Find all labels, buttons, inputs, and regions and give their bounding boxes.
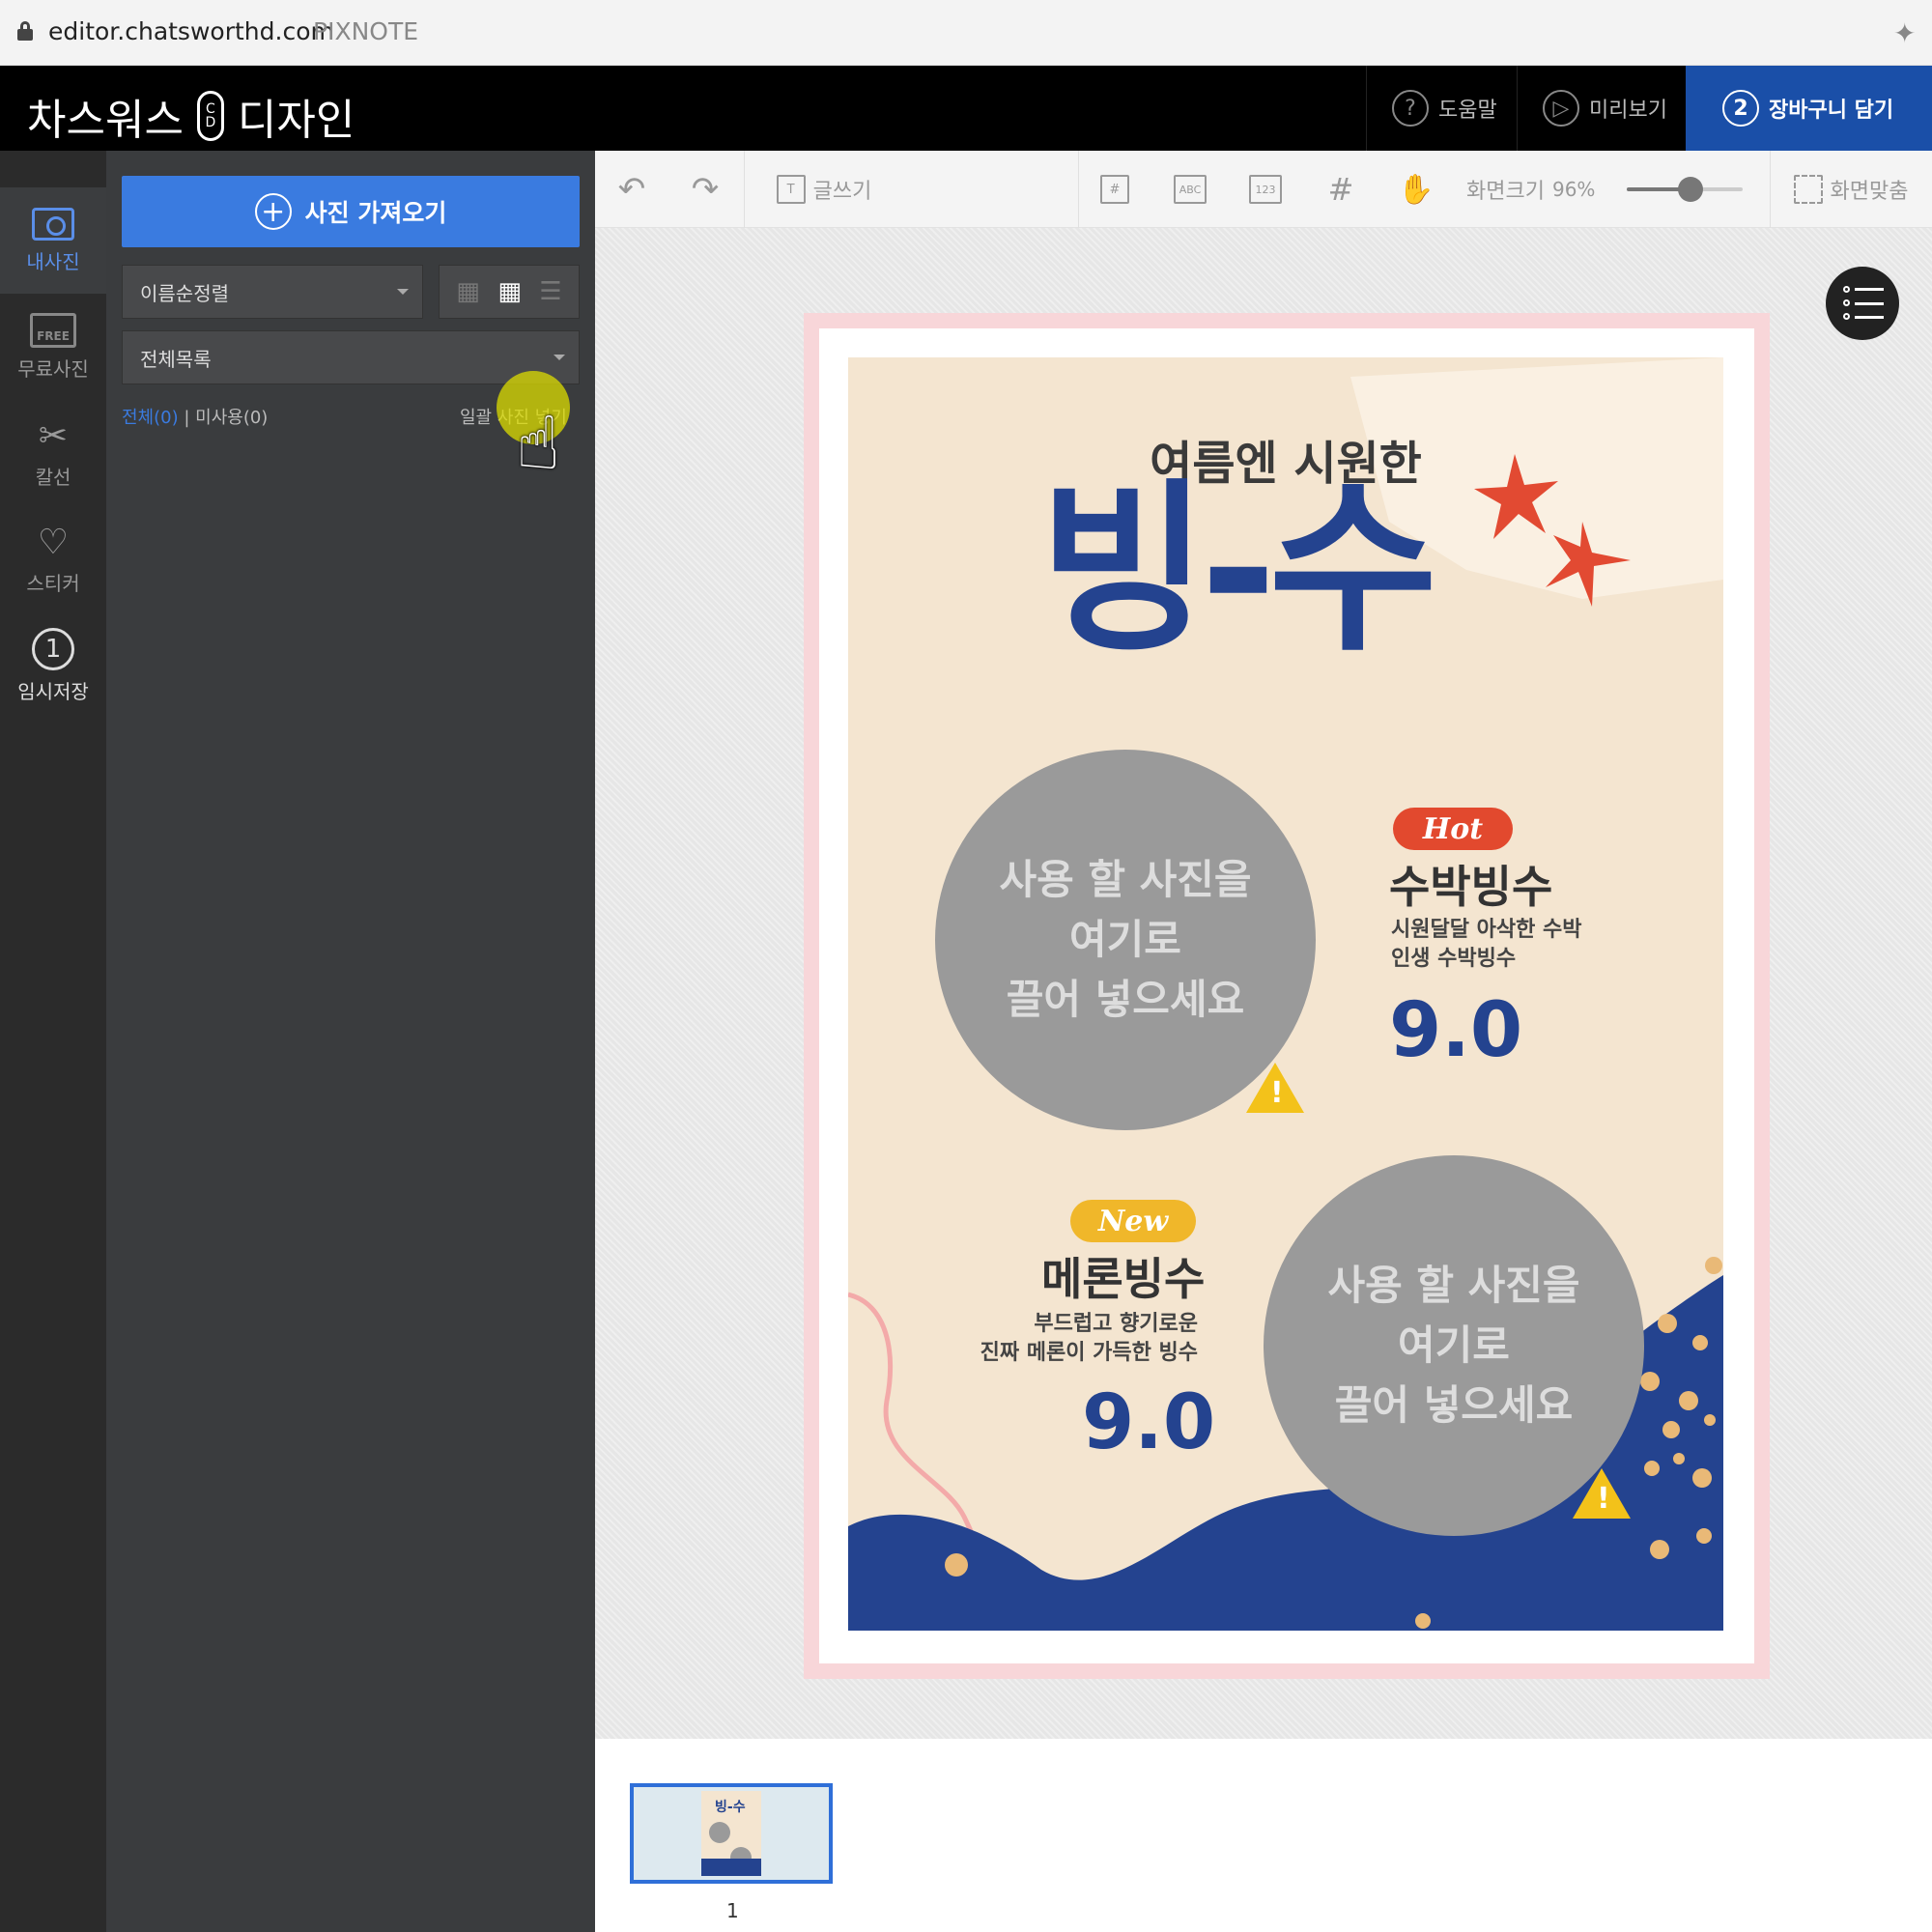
zoom-slider[interactable] (1627, 177, 1743, 202)
warning-icon: ! (1573, 1468, 1631, 1519)
redo-icon: ↷ (691, 170, 720, 209)
rail-my-photos[interactable]: 내사진 (0, 187, 106, 294)
redo-button[interactable]: ↷ (668, 151, 742, 228)
filter-unused-link[interactable]: 미사용(0) (195, 408, 268, 428)
page-strip: 빙-수 1 (595, 1739, 1932, 1932)
page-number-icon: # (1100, 175, 1129, 204)
undo-icon: ↶ (617, 170, 646, 209)
sort-select[interactable]: 이름순정렬 (122, 265, 423, 319)
preview-button[interactable]: ▷ 미리보기 (1517, 66, 1686, 151)
poster-design[interactable]: 여름엔 시원한 빙-수 사용 할 사진을 여기로 끌어 넣으세요 ! Hot 수… (848, 357, 1723, 1631)
rail-cut-line[interactable]: ✂ 칼선 (0, 400, 106, 506)
url-domain[interactable]: editor.chatsworthd.com (48, 17, 334, 45)
brand-logo: 차스워스 C D 디자인 (27, 85, 355, 147)
brand-name-left: 차스워스 (27, 96, 184, 145)
left-rail: 내사진 FREE 무료사진 ✂ 칼선 ♡ 스티커 1 임시저장 (0, 151, 106, 1932)
browser-url-bar: editor.chatsworthd.com PIXNOTE ✦ (0, 0, 1932, 66)
item1-name[interactable]: 수박빙수 (1389, 852, 1552, 916)
free-photo-icon: FREE (30, 312, 76, 348)
rail-free-photos[interactable]: FREE 무료사진 (0, 294, 106, 400)
brand-name-right: 디자인 (237, 96, 355, 145)
poster-title[interactable]: 빙-수 (1003, 473, 1466, 667)
grid-tool[interactable]: # (1304, 151, 1378, 228)
import-photo-button[interactable]: + 사진 가져오기 (122, 176, 580, 247)
temp-save-count-icon: 1 (32, 627, 74, 670)
large-grid-view-icon[interactable]: ▦ (497, 277, 522, 306)
item1-description[interactable]: 시원달달 아삭한 수박 인생 수박빙수 (1391, 916, 1581, 974)
heart-icon: ♡ (37, 522, 70, 562)
chevron-down-icon (397, 289, 409, 295)
camera-icon (32, 207, 74, 241)
zoom-label: 화면크기 96% (1466, 178, 1596, 204)
photo-filter: 전체(0) | 미사용(0) (122, 408, 269, 428)
hot-badge[interactable]: Hot (1393, 808, 1513, 850)
new-badge[interactable]: New (1070, 1200, 1196, 1242)
item2-description[interactable]: 부드럽고 향기로운 진짜 메론이 가득한 빙수 (954, 1310, 1198, 1368)
item2-score[interactable]: 9.0 (1082, 1379, 1215, 1466)
app-header: 차스워스 C D 디자인 ? 도움말 ▷ 미리보기 2 장바구니 담기 (0, 66, 1932, 151)
list-view-icon[interactable]: ☰ (539, 277, 561, 306)
brand-badge-icon: C D (196, 91, 224, 141)
scissors-icon: ✂ (38, 415, 69, 456)
text-tool-button[interactable]: T 글쓰기 (761, 151, 887, 228)
editor-toolbar: ↶ ↷ T 글쓰기 # ABC 123 # ✋ 화면크기 96% 화면맞춤 (595, 151, 1932, 228)
chevron-down-icon (554, 355, 565, 360)
number-tool[interactable]: 123 (1229, 151, 1302, 228)
123-icon: 123 (1249, 175, 1282, 204)
text-icon: T (776, 175, 806, 204)
fit-screen-icon (1793, 175, 1823, 204)
small-grid-view-icon[interactable]: ▦ (456, 277, 480, 306)
poster-safe-area: 여름엔 시원한 빙-수 사용 할 사진을 여기로 끌어 넣으세요 ! Hot 수… (819, 328, 1754, 1663)
hand-icon: ✋ (1398, 172, 1435, 207)
abc-tool[interactable]: ABC (1153, 151, 1227, 228)
page-number-tool[interactable]: # (1078, 151, 1151, 228)
warning-icon: ! (1246, 1063, 1304, 1113)
item2-name[interactable]: 메론빙수 (1041, 1244, 1205, 1308)
page-number: 1 (726, 1899, 739, 1922)
zoom-value: 96% (1551, 178, 1596, 201)
add-to-cart-button[interactable]: 2 장바구니 담기 (1686, 66, 1932, 151)
item1-score[interactable]: 9.0 (1389, 987, 1522, 1074)
layers-button[interactable] (1826, 267, 1899, 340)
undo-button[interactable]: ↶ (595, 151, 668, 228)
zoom-slider-handle[interactable] (1678, 177, 1703, 202)
view-mode-toggle: ▦ ▦ ☰ (439, 265, 580, 319)
design-canvas[interactable]: 여름엔 시원한 빙-수 사용 할 사진을 여기로 끌어 넣으세요 ! Hot 수… (595, 228, 1932, 1739)
plus-icon: + (254, 193, 292, 230)
hand-cursor-icon: ☝ (516, 400, 561, 486)
grid-icon: # (1327, 171, 1354, 208)
help-icon: ? (1392, 90, 1429, 127)
filter-all-link[interactable]: 전체(0) (122, 408, 179, 428)
lock-icon (17, 21, 33, 41)
folder-select[interactable]: 전체목록 (122, 330, 580, 384)
thumbnail-preview: 빙-수 (701, 1791, 761, 1876)
photo-panel: + 사진 가져오기 이름순정렬 ▦ ▦ ☰ 전체목록 전체(0) | 미사용(0… (106, 151, 595, 1932)
help-button[interactable]: ? 도움말 (1366, 66, 1517, 151)
extension-icon[interactable]: ✦ (1893, 17, 1916, 49)
play-icon: ▷ (1543, 90, 1579, 127)
step-2-icon: 2 (1722, 90, 1759, 127)
rail-temp-save[interactable]: 1 임시저장 (0, 612, 106, 719)
poster-sheet: 여름엔 시원한 빙-수 사용 할 사진을 여기로 끌어 넣으세요 ! Hot 수… (804, 313, 1770, 1679)
url-site-name: PIXNOTE (313, 17, 419, 45)
hand-tool[interactable]: ✋ (1379, 151, 1453, 228)
page-thumbnail-1[interactable]: 빙-수 (630, 1783, 833, 1884)
abc-icon: ABC (1174, 175, 1207, 204)
fit-to-screen-button[interactable]: 화면맞춤 (1783, 151, 1918, 228)
rail-sticker[interactable]: ♡ 스티커 (0, 506, 106, 612)
